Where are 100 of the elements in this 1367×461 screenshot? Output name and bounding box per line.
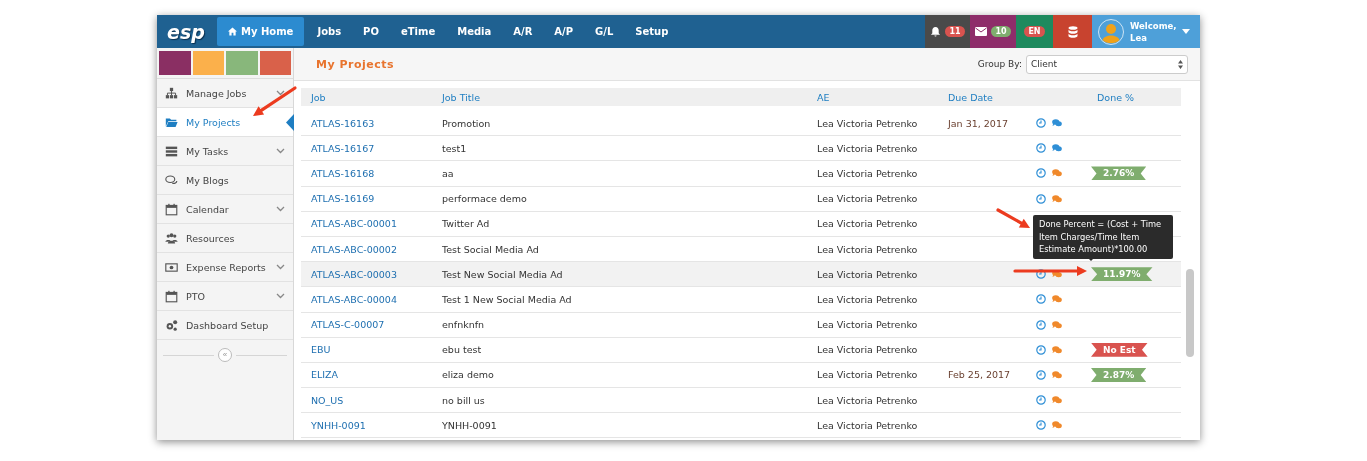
table-row[interactable]: ATLAS-16163 Promotion Lea Victoria Petrenko Jan 31, 2017 [301,111,1181,137]
table-cell-text: aa [442,167,455,179]
job-link[interactable]: ATLAS-C-00007 [311,319,442,331]
table-row[interactable]: ATLAS-16169 performace demo Lea Victoria Petrenko [301,186,1181,212]
table-row[interactable]: ATLAS-ABC-00003 Test New Social Media Ad Lea Victoria Petrenko 11.97% [301,262,1181,288]
chat-icon[interactable] [1052,420,1062,431]
job-link[interactable]: ATLAS-16169 [311,193,442,205]
clock-icon[interactable] [1036,193,1046,204]
chevron-icon [276,264,285,270]
chat-icon[interactable] [1052,294,1062,305]
column-header[interactable]: Done % [1097,91,1181,103]
table-row[interactable]: YNHH-0091 YNHH-0091 Lea Victoria Petrenko [301,413,1181,439]
folder-icon [165,115,178,129]
table-cell-text: Lea Victoria Petrenko [817,167,919,179]
column-header[interactable]: Job [311,91,442,103]
scrollbar-thumb[interactable] [1186,269,1194,357]
column-header[interactable]: Due Date [948,91,1036,103]
column-header[interactable]: Job Title [442,91,817,103]
clock-icon[interactable] [1036,118,1046,129]
selection-notch [286,114,294,131]
table-cell-text: Lea Victoria Petrenko [817,344,919,356]
table-cell-text: Promotion [442,117,492,129]
language-button[interactable]: EN [1016,15,1053,48]
nav-tab[interactable]: A/R [502,17,544,46]
table-cell-text: Lea Victoria Petrenko [817,319,919,331]
table-row[interactable]: ATLAS-16168 aa Lea Victoria Petrenko 2.76% [301,161,1181,187]
column-header[interactable]: AE [817,91,948,103]
job-link[interactable]: ATLAS-16167 [311,142,442,154]
job-link[interactable]: ATLAS-ABC-00003 [311,268,442,280]
nav-tab[interactable]: PO [352,17,390,46]
chat-icon [165,173,178,187]
nav-tab[interactable]: eTime [389,17,447,46]
color-swatch[interactable] [226,51,258,75]
chat-icon[interactable] [1052,193,1062,204]
bell-icon [930,26,942,37]
job-link[interactable]: ATLAS-16163 [311,117,442,129]
welcome-text: Welcome, [1130,19,1177,32]
done-percent-tag: 2.76% [1091,166,1147,181]
clock-icon[interactable] [1036,143,1046,154]
table-row[interactable]: EBU ebu test Lea Victoria Petrenko No Est [301,337,1181,363]
nav-tab[interactable]: G/L [584,17,625,46]
group-by-select[interactable]: Client [1026,54,1188,74]
nav-tab[interactable]: My Home [217,17,305,46]
color-swatch[interactable] [259,51,291,75]
clock-icon[interactable] [1036,395,1046,406]
table-cell-text: Lea Victoria Petrenko [817,142,919,154]
table-cell-text: test1 [442,142,468,154]
database-icon [1067,25,1078,38]
chat-icon[interactable] [1052,395,1062,406]
job-link[interactable]: ATLAS-ABC-00002 [311,243,442,255]
notifications-button[interactable]: 11 [925,15,970,48]
job-link[interactable]: NO_US [311,394,442,406]
notification-count: 11 [945,26,965,37]
color-swatch[interactable] [192,51,224,75]
clock-icon[interactable] [1036,369,1046,380]
annotation-arrow [996,208,1030,228]
chat-icon[interactable] [1052,143,1062,154]
table-row[interactable]: ELIZA eliza demo Lea Victoria Petrenko Feb 25, 2017 2.87% [301,362,1181,389]
annotation-arrow [253,86,297,116]
table-row[interactable]: ATLAS-16167 test1 Lea Victoria Petrenko [301,136,1181,162]
job-link[interactable]: EBU [311,344,442,356]
clock-icon[interactable] [1036,420,1046,431]
chat-icon[interactable] [1052,319,1062,330]
chat-icon[interactable] [1052,118,1062,129]
table-cell-text: Lea Victoria Petrenko [817,243,919,255]
table-row[interactable]: NO_US no bill us Lea Victoria Petrenko [301,388,1181,414]
clock-icon[interactable] [1036,168,1046,179]
table-cell-text: Lea Victoria Petrenko [817,369,919,381]
sidebar-item[interactable]: My Projects [157,108,293,137]
language-badge: EN [1024,26,1045,37]
chat-icon[interactable] [1052,344,1062,355]
table-cell-text: Lea Victoria Petrenko [817,193,919,205]
job-link[interactable]: ATLAS-ABC-00004 [311,293,442,305]
tooltip: Done Percent = (Cost + Time Item Charges/Time Item Estimate Amount)*100.00 [1033,215,1173,259]
chat-icon[interactable] [1052,369,1062,380]
logo[interactable]: esp [157,15,215,48]
tooltip-pointer [1086,256,1096,261]
job-link[interactable]: ATLAS-ABC-00001 [311,218,442,230]
calendar-icon [165,289,178,303]
chat-icon[interactable] [1052,168,1062,179]
clock-icon[interactable] [1036,319,1046,330]
job-link[interactable]: YNHH-0091 [311,419,442,431]
job-link[interactable]: ATLAS-16168 [311,167,442,179]
table-row[interactable]: ATLAS-C-00007 enfnknfn Lea Victoria Petrenko [301,312,1181,338]
gears-icon [165,318,178,332]
done-percent-tag: 11.97% [1091,267,1153,282]
nav-tab[interactable]: A/P [543,17,585,46]
nav-tab[interactable]: Media [446,17,503,46]
nav-tab[interactable]: Jobs [306,17,353,46]
table-row[interactable]: ATLAS-ABC-00004 Test 1 New Social Media Ad Lea Victoria Petrenko [301,287,1181,313]
table-cell-text: Lea Victoria Petrenko [817,218,919,230]
nav-tab[interactable]: Setup [624,17,680,46]
avatar-icon [1098,18,1124,45]
color-swatch[interactable] [159,51,191,75]
table-cell-text: YNHH-0091 [442,419,498,431]
group-by-label: Group By: [977,59,1022,69]
clock-icon[interactable] [1036,294,1046,305]
job-link[interactable]: ELIZA [311,369,442,381]
clock-icon[interactable] [1036,344,1046,355]
database-button[interactable] [1053,15,1092,48]
